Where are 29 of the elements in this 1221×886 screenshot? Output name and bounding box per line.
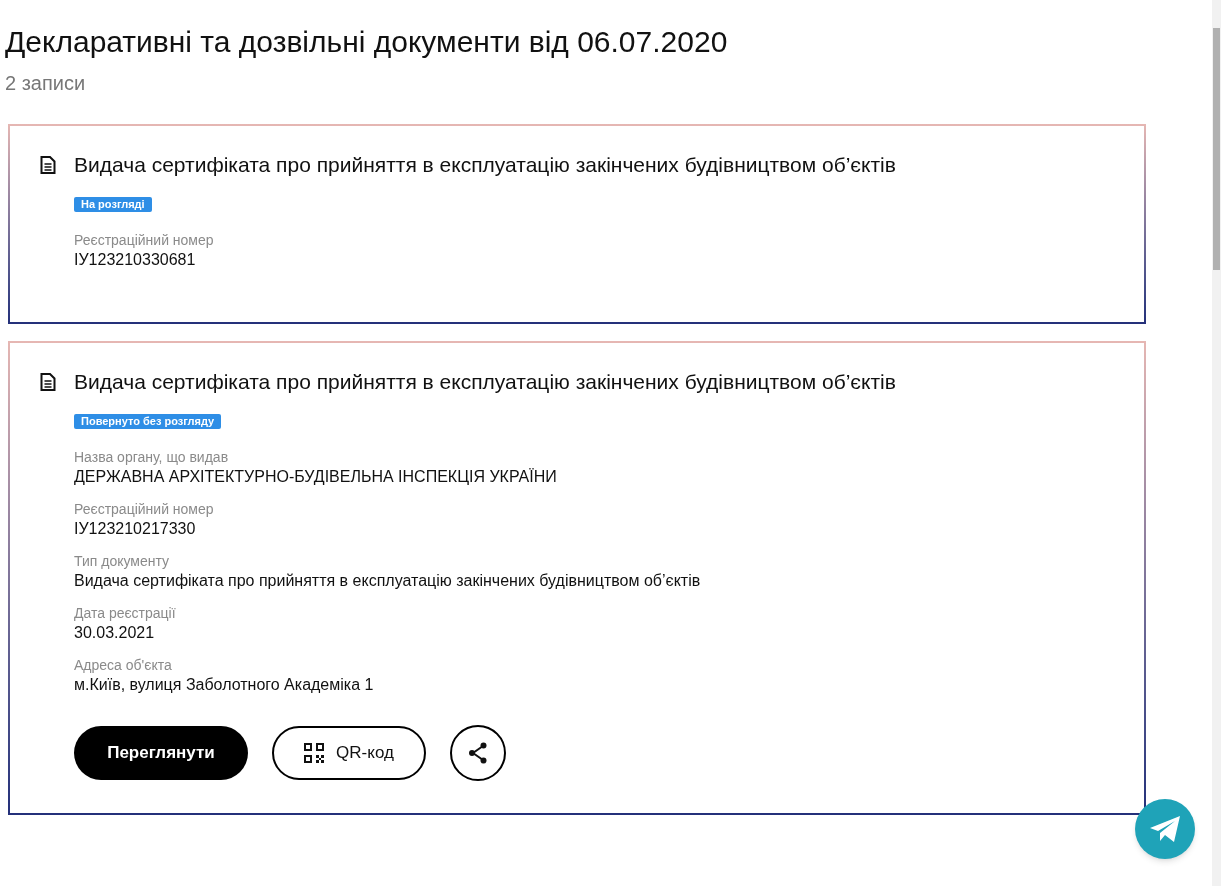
view-button[interactable]: Переглянути [74, 726, 248, 780]
qr-code-button[interactable]: QR-код [272, 726, 426, 780]
field-value: ІУ123210217330 [74, 519, 197, 539]
status-badge: На розгляді [74, 197, 152, 212]
qr-code-icon [304, 743, 325, 763]
document-icon [40, 373, 56, 391]
field-value: 30.03.2021 [74, 623, 156, 643]
field-value: ІУ123210330681 [74, 250, 197, 270]
page-title: Декларативні та дозвільні документи від 06.07.2020 [5, 24, 729, 60]
document-icon [40, 156, 56, 174]
status-badge: Повернуто без розгляду [74, 414, 222, 429]
field-label: Тип документу [74, 553, 171, 570]
field-label: Дата реєстрації [74, 605, 177, 622]
scrollbar-thumb[interactable] [1213, 28, 1220, 270]
field-value: Видача сертифіката про прийняття в експлуатацію закінчених будівництвом об’єктів [74, 571, 701, 591]
document-title: Видача сертифіката про прийняття в експлуатацію закінчених будівництвом об’єктів [74, 152, 896, 178]
field-label: Реєстраційний номер [74, 501, 215, 518]
field-label: Назва органу, що видав [74, 449, 230, 466]
share-button[interactable] [450, 725, 506, 781]
field-value: ДЕРЖАВНА АРХІТЕКТУРНО-БУДІВЕЛЬНА ІНСПЕКЦІЯ УКРАЇНИ [74, 467, 558, 487]
field-value: м.Київ, вулиця Заболотного Академіка 1 [74, 675, 375, 695]
field-label: Реєстраційний номер [74, 232, 214, 249]
telegram-button[interactable] [1135, 799, 1195, 859]
scrollbar[interactable] [1212, 0, 1221, 886]
paper-plane-icon [1148, 814, 1182, 844]
share-icon [468, 742, 488, 764]
record-count: 2 записи [5, 71, 86, 96]
document-title: Видача сертифіката про прийняття в експлуатацію закінчених будівництвом об’єктів [74, 369, 896, 395]
field-label: Адреса об'єкта [74, 657, 173, 674]
